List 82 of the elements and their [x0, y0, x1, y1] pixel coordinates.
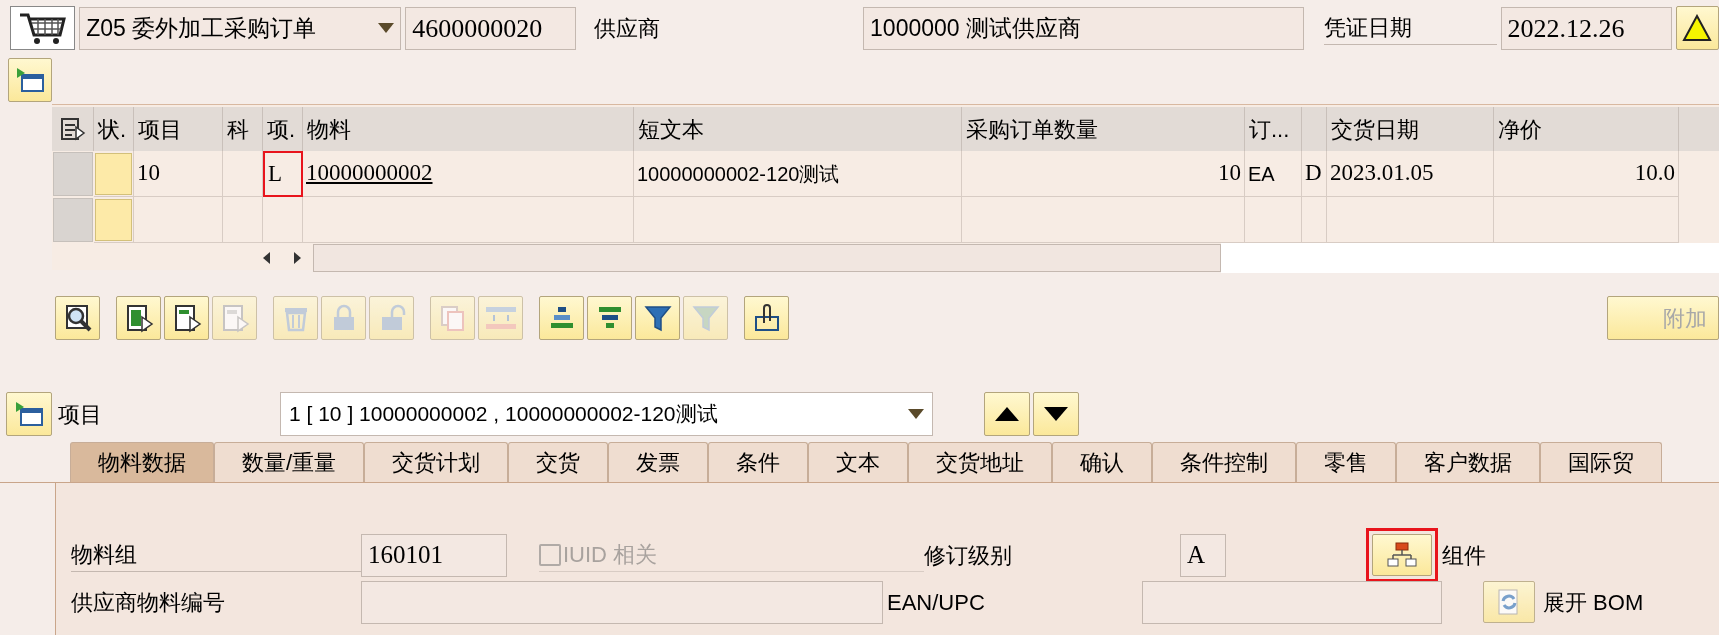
warning-icon — [1682, 14, 1713, 42]
vendor-label: 供应商 — [594, 14, 662, 43]
expand-bom-label: 展开 BOM — [1543, 588, 1644, 617]
layout-button[interactable] — [6, 392, 52, 436]
status-cell — [95, 198, 132, 241]
item-dropdown[interactable]: 1 [ 10 ] 10000000002 , 10000000002-120测试 — [280, 392, 933, 436]
tab[interactable]: 数量/重量 — [214, 442, 365, 482]
tab[interactable]: 国际贸 — [1540, 442, 1663, 482]
revision-level-label: 修订级别 — [924, 541, 1013, 570]
layout-button[interactable] — [8, 58, 52, 102]
tab[interactable]: 客户数据 — [1396, 442, 1541, 482]
column-header[interactable]: 采购订单数量 — [966, 112, 1098, 146]
toolbar-button[interactable] — [164, 296, 209, 340]
toolbar-button[interactable] — [635, 296, 680, 340]
layout-icon — [14, 400, 44, 428]
order-type-dropdown[interactable]: Z05 委外加工采购订单 — [79, 6, 402, 50]
expand-bom-button[interactable] — [1483, 581, 1535, 623]
checkbox-label: IUID 相关 — [563, 541, 658, 569]
table-cell: 2023.01.05 — [1327, 151, 1494, 197]
material-link[interactable]: 10000000002 — [306, 156, 433, 191]
column-header[interactable]: 项. — [267, 112, 296, 146]
tab[interactable]: 发票 — [608, 442, 709, 482]
funnel-icon — [642, 303, 673, 333]
table-cell: 10.0 — [1494, 151, 1679, 197]
table-cell: L — [263, 151, 303, 197]
table-settings-icon[interactable] — [59, 117, 86, 141]
table-cell: EA — [1245, 151, 1302, 197]
tab[interactable]: 交货 — [508, 442, 609, 482]
hierarchy-icon — [1387, 542, 1417, 568]
cart-button[interactable] — [10, 6, 76, 50]
warning-button[interactable] — [1675, 6, 1719, 50]
vendor-material-label: 供应商物料编号 — [71, 588, 226, 617]
table-cell: 10 — [962, 151, 1245, 197]
table-cell — [223, 151, 263, 197]
layout-icon — [15, 66, 45, 94]
material-group-field[interactable]: 160101 — [361, 533, 507, 577]
status-cell — [95, 152, 132, 195]
tab[interactable]: 交货地址 — [908, 442, 1053, 482]
vendor-material-field[interactable] — [361, 580, 883, 624]
table-cell — [223, 197, 263, 243]
column-header[interactable]: 交货日期 — [1331, 112, 1419, 146]
column-header[interactable]: 科 — [227, 112, 249, 146]
toolbar-button[interactable] — [116, 296, 161, 340]
document-date-label: 凭证日期 — [1323, 11, 1497, 45]
components-label: 组件 — [1442, 541, 1486, 570]
components-button[interactable] — [1372, 534, 1432, 576]
toolbar-button[interactable] — [587, 296, 632, 340]
tab[interactable]: 零售 — [1296, 442, 1397, 482]
tab[interactable]: 交货计划 — [364, 442, 509, 482]
horizontal-scrollbar[interactable] — [313, 244, 1221, 272]
table-cell — [263, 197, 303, 243]
dropdown-arrow-icon — [908, 409, 924, 419]
toolbar-button[interactable] — [744, 296, 789, 340]
tab[interactable]: 条件控制 — [1152, 442, 1297, 482]
toolbar-button[interactable] — [55, 296, 100, 340]
column-header[interactable]: 订... — [1249, 112, 1290, 146]
tab[interactable]: 文本 — [808, 442, 909, 482]
column-header[interactable]: 项目 — [138, 112, 182, 146]
up-triangle-icon — [995, 407, 1019, 421]
cart-icon — [17, 11, 68, 45]
ean-upc-field[interactable] — [1142, 580, 1442, 624]
table-cell: 10 — [134, 151, 223, 197]
funnel-icon — [690, 303, 721, 333]
tab[interactable]: 物料数据 — [70, 442, 214, 482]
column-header[interactable]: 物料 — [307, 112, 351, 146]
table-cell: 10000000002-120测试 — [634, 151, 962, 197]
next-item-button[interactable] — [1033, 392, 1079, 436]
revision-level-field[interactable]: A — [1180, 533, 1226, 577]
column-header[interactable]: 状. — [98, 112, 127, 146]
tab[interactable]: 条件 — [708, 442, 809, 482]
table-cell: D — [1302, 151, 1327, 197]
ean-upc-label: EAN/UPC — [887, 588, 986, 617]
previous-item-button[interactable] — [984, 392, 1030, 436]
dropdown-arrow-icon — [378, 23, 395, 33]
column-header[interactable]: 短文本 — [638, 112, 704, 146]
vendor-field[interactable]: 1000000 测试供应商 — [863, 6, 1304, 50]
item-label: 项目 — [58, 400, 103, 429]
order-number-field[interactable]: 4600000020 — [405, 6, 577, 50]
document-date-field[interactable]: 2022.12.26 — [1500, 6, 1672, 50]
down-triangle-icon — [1044, 407, 1068, 421]
column-header[interactable]: 净价 — [1498, 112, 1542, 146]
tab[interactable]: 确认 — [1052, 442, 1153, 482]
